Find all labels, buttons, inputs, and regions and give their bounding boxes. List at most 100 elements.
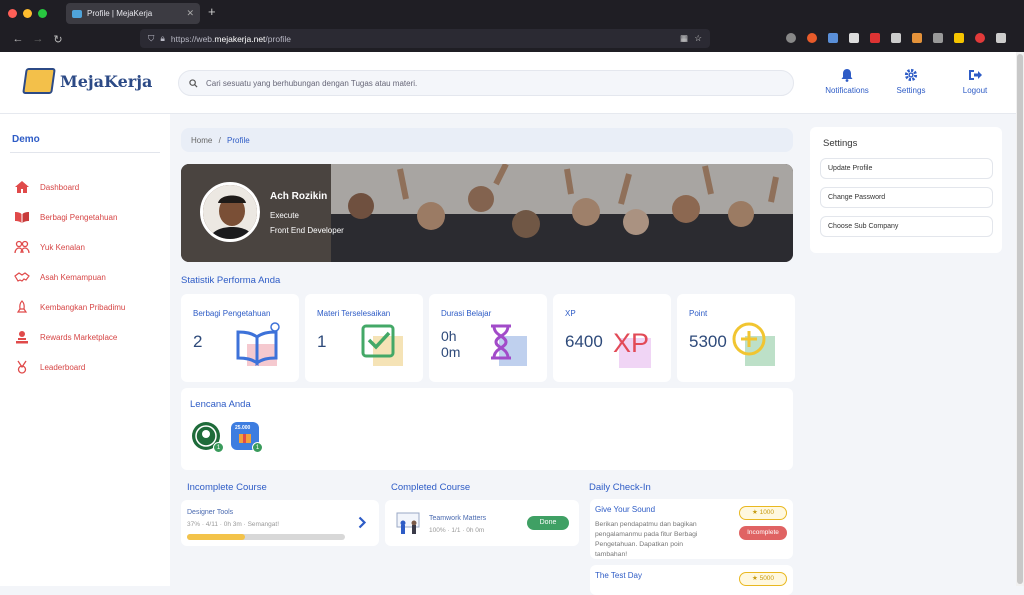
coffee-badge-icon[interactable]: 1 (192, 422, 224, 453)
grammarly-icon[interactable] (807, 33, 817, 43)
stat-value: 2 (193, 332, 203, 351)
sidebar-item-yuk-kenalan[interactable]: Yuk Kenalan (14, 240, 85, 254)
avatar[interactable] (200, 182, 260, 242)
bars-icon[interactable] (849, 33, 859, 43)
tab-close-icon[interactable]: ✕ (186, 8, 194, 19)
lock-icon: 🔒︎ (160, 33, 165, 43)
incomplete-course-title: Incomplete Course (187, 482, 267, 493)
color-icon[interactable] (954, 33, 964, 43)
home-icon (14, 180, 30, 194)
sidebar-item-dashboard[interactable]: Dashboard (14, 180, 79, 194)
sidebar-divider (10, 152, 160, 153)
notifications-button[interactable]: Notifications (817, 68, 877, 95)
browser-tab[interactable]: Profile | MejaKerja ✕ (66, 3, 200, 24)
people-icon (14, 240, 30, 254)
sidebar-item-kembangkan-pribadimu[interactable]: Kembangkan Pribadimu (14, 300, 125, 314)
profile-position: Front End Developer (270, 226, 344, 235)
badge-count: 1 (213, 442, 224, 453)
sidebar-item-berbagi-pengetahuan[interactable]: Berbagi Pengetahuan (14, 210, 117, 224)
choose-sub-company-button[interactable]: Choose Sub Company (820, 216, 993, 237)
voucher-badge-icon[interactable]: 25.000 1 (231, 422, 263, 453)
incomplete-course-card[interactable]: Designer Tools 37% · 4/11 · 0h 3m · Sema… (181, 500, 379, 546)
scrollbar[interactable] (1016, 52, 1024, 586)
search-icon (189, 78, 198, 88)
sidebar-item-rewards-marketplace[interactable]: Rewards Marketplace (14, 330, 117, 344)
sidebar-item-asah-kemampuan[interactable]: Asah Kemampuan (14, 270, 106, 284)
sidebar-item-label: Berbagi Pengetahuan (40, 212, 118, 222)
checkin-card[interactable]: The Test Day ★ 5000 (590, 565, 793, 595)
xp-art-text: XP (613, 328, 649, 358)
qr-icon[interactable]: ▦ (680, 33, 688, 44)
stat-value: 1 (317, 332, 327, 351)
stat-card-xp: XP 6400 XP (553, 294, 671, 382)
stat-value: 0h 0m (441, 328, 460, 360)
url-bar[interactable]: ⛉ 🔒︎ https://web. mejakerja.net/profile ▦… (140, 29, 710, 48)
extension-red-icon[interactable] (870, 33, 880, 43)
medal-icon (14, 360, 30, 374)
breadcrumb-current: Profile (227, 136, 250, 145)
tab-title: Profile | MejaKerja (87, 9, 153, 18)
book-icon (14, 210, 30, 224)
logo[interactable]: MejaKerja (22, 68, 153, 94)
sidebar-item-label: Rewards Marketplace (40, 332, 118, 342)
voucher-amount: 25.000 (235, 425, 251, 431)
book-icon (236, 322, 280, 367)
pen-icon[interactable] (828, 33, 838, 43)
update-profile-button[interactable]: Update Profile (820, 158, 993, 179)
url-path: /profile (265, 33, 291, 44)
checkin-card[interactable]: Give Your Sound Berikan pendapatmu dan b… (590, 499, 793, 559)
logout-label: Logout (962, 86, 988, 95)
star-icon: ★ (751, 575, 758, 582)
sidebar-item-leaderboard[interactable]: Leaderboard (14, 360, 85, 374)
xp-icon: XP (613, 328, 651, 368)
badges-section: Lencana Anda 1 25.000 1 (181, 388, 793, 470)
forward-button[interactable]: → (28, 33, 48, 45)
stat-label: Berbagi Pengetahuan (193, 309, 271, 318)
settings-button[interactable]: Settings (881, 68, 941, 95)
sidebar: Demo Dashboard Berbagi Pengetahuan Yuk K… (0, 114, 170, 586)
favicon-icon (72, 9, 82, 18)
back-button[interactable]: ← (8, 33, 28, 45)
stat-card-durasi-belajar: Durasi Belajar 0h 0m (429, 294, 547, 382)
url-domain: mejakerja.net (214, 33, 266, 44)
fox-icon[interactable] (912, 33, 922, 43)
course-meta: 100% · 1/1 · 0h 0m (429, 527, 485, 534)
badges-title: Lencana Anda (190, 399, 251, 410)
points-value: 5000 (759, 575, 775, 582)
sidebar-item-label: Asah Kemampuan (40, 272, 106, 282)
duration-minutes: 0m (441, 344, 461, 360)
new-tab-button[interactable]: + (208, 4, 216, 19)
puzzle-icon[interactable] (933, 33, 943, 43)
menu-icon[interactable] (996, 33, 1006, 43)
window-close-button[interactable] (8, 8, 17, 18)
stat-label: XP (565, 309, 576, 318)
change-password-button[interactable]: Change Password (820, 187, 993, 208)
pocket-icon[interactable] (786, 33, 796, 43)
duration-hours: 0h (441, 328, 457, 344)
logout-button[interactable]: Logout (945, 68, 1005, 95)
settings-panel-title: Settings (823, 138, 858, 149)
sidebar-item-label: Kembangkan Pribadimu (40, 302, 126, 312)
settings-panel: Settings Update Profile Change Password … (810, 127, 1002, 253)
sidebar-item-label: Dashboard (40, 182, 80, 192)
chevron-right-icon[interactable] (358, 516, 367, 529)
abp-icon[interactable] (975, 33, 985, 43)
search-input[interactable]: Cari sesuatu yang berhubungan dengan Tug… (178, 70, 794, 96)
done-badge: Done (527, 516, 569, 530)
course-thumbnail-icon (396, 512, 420, 534)
breadcrumb: Home / Profile (181, 128, 793, 152)
logo-text: MejaKerja (60, 71, 153, 91)
window-maximize-button[interactable] (38, 8, 47, 18)
profile-banner: Ach Rozikin Execute Front End Developer (181, 164, 793, 262)
completed-course-card[interactable]: Teamwork Matters 100% · 1/1 · 0h 0m Done (385, 500, 579, 546)
reload-button[interactable]: ↻ (48, 33, 68, 46)
stat-card-materi-terselesaikan: Materi Terselesaikan 1 (305, 294, 423, 382)
progress-fill (187, 534, 246, 540)
bookmark-star-icon[interactable]: ☆ (694, 33, 702, 44)
grid-icon[interactable] (891, 33, 901, 43)
scrollbar-thumb[interactable] (1017, 54, 1023, 584)
breadcrumb-home[interactable]: Home (191, 136, 212, 145)
window-minimize-button[interactable] (23, 8, 32, 18)
notifications-label: Notifications (825, 86, 869, 95)
settings-label: Settings (896, 86, 926, 95)
